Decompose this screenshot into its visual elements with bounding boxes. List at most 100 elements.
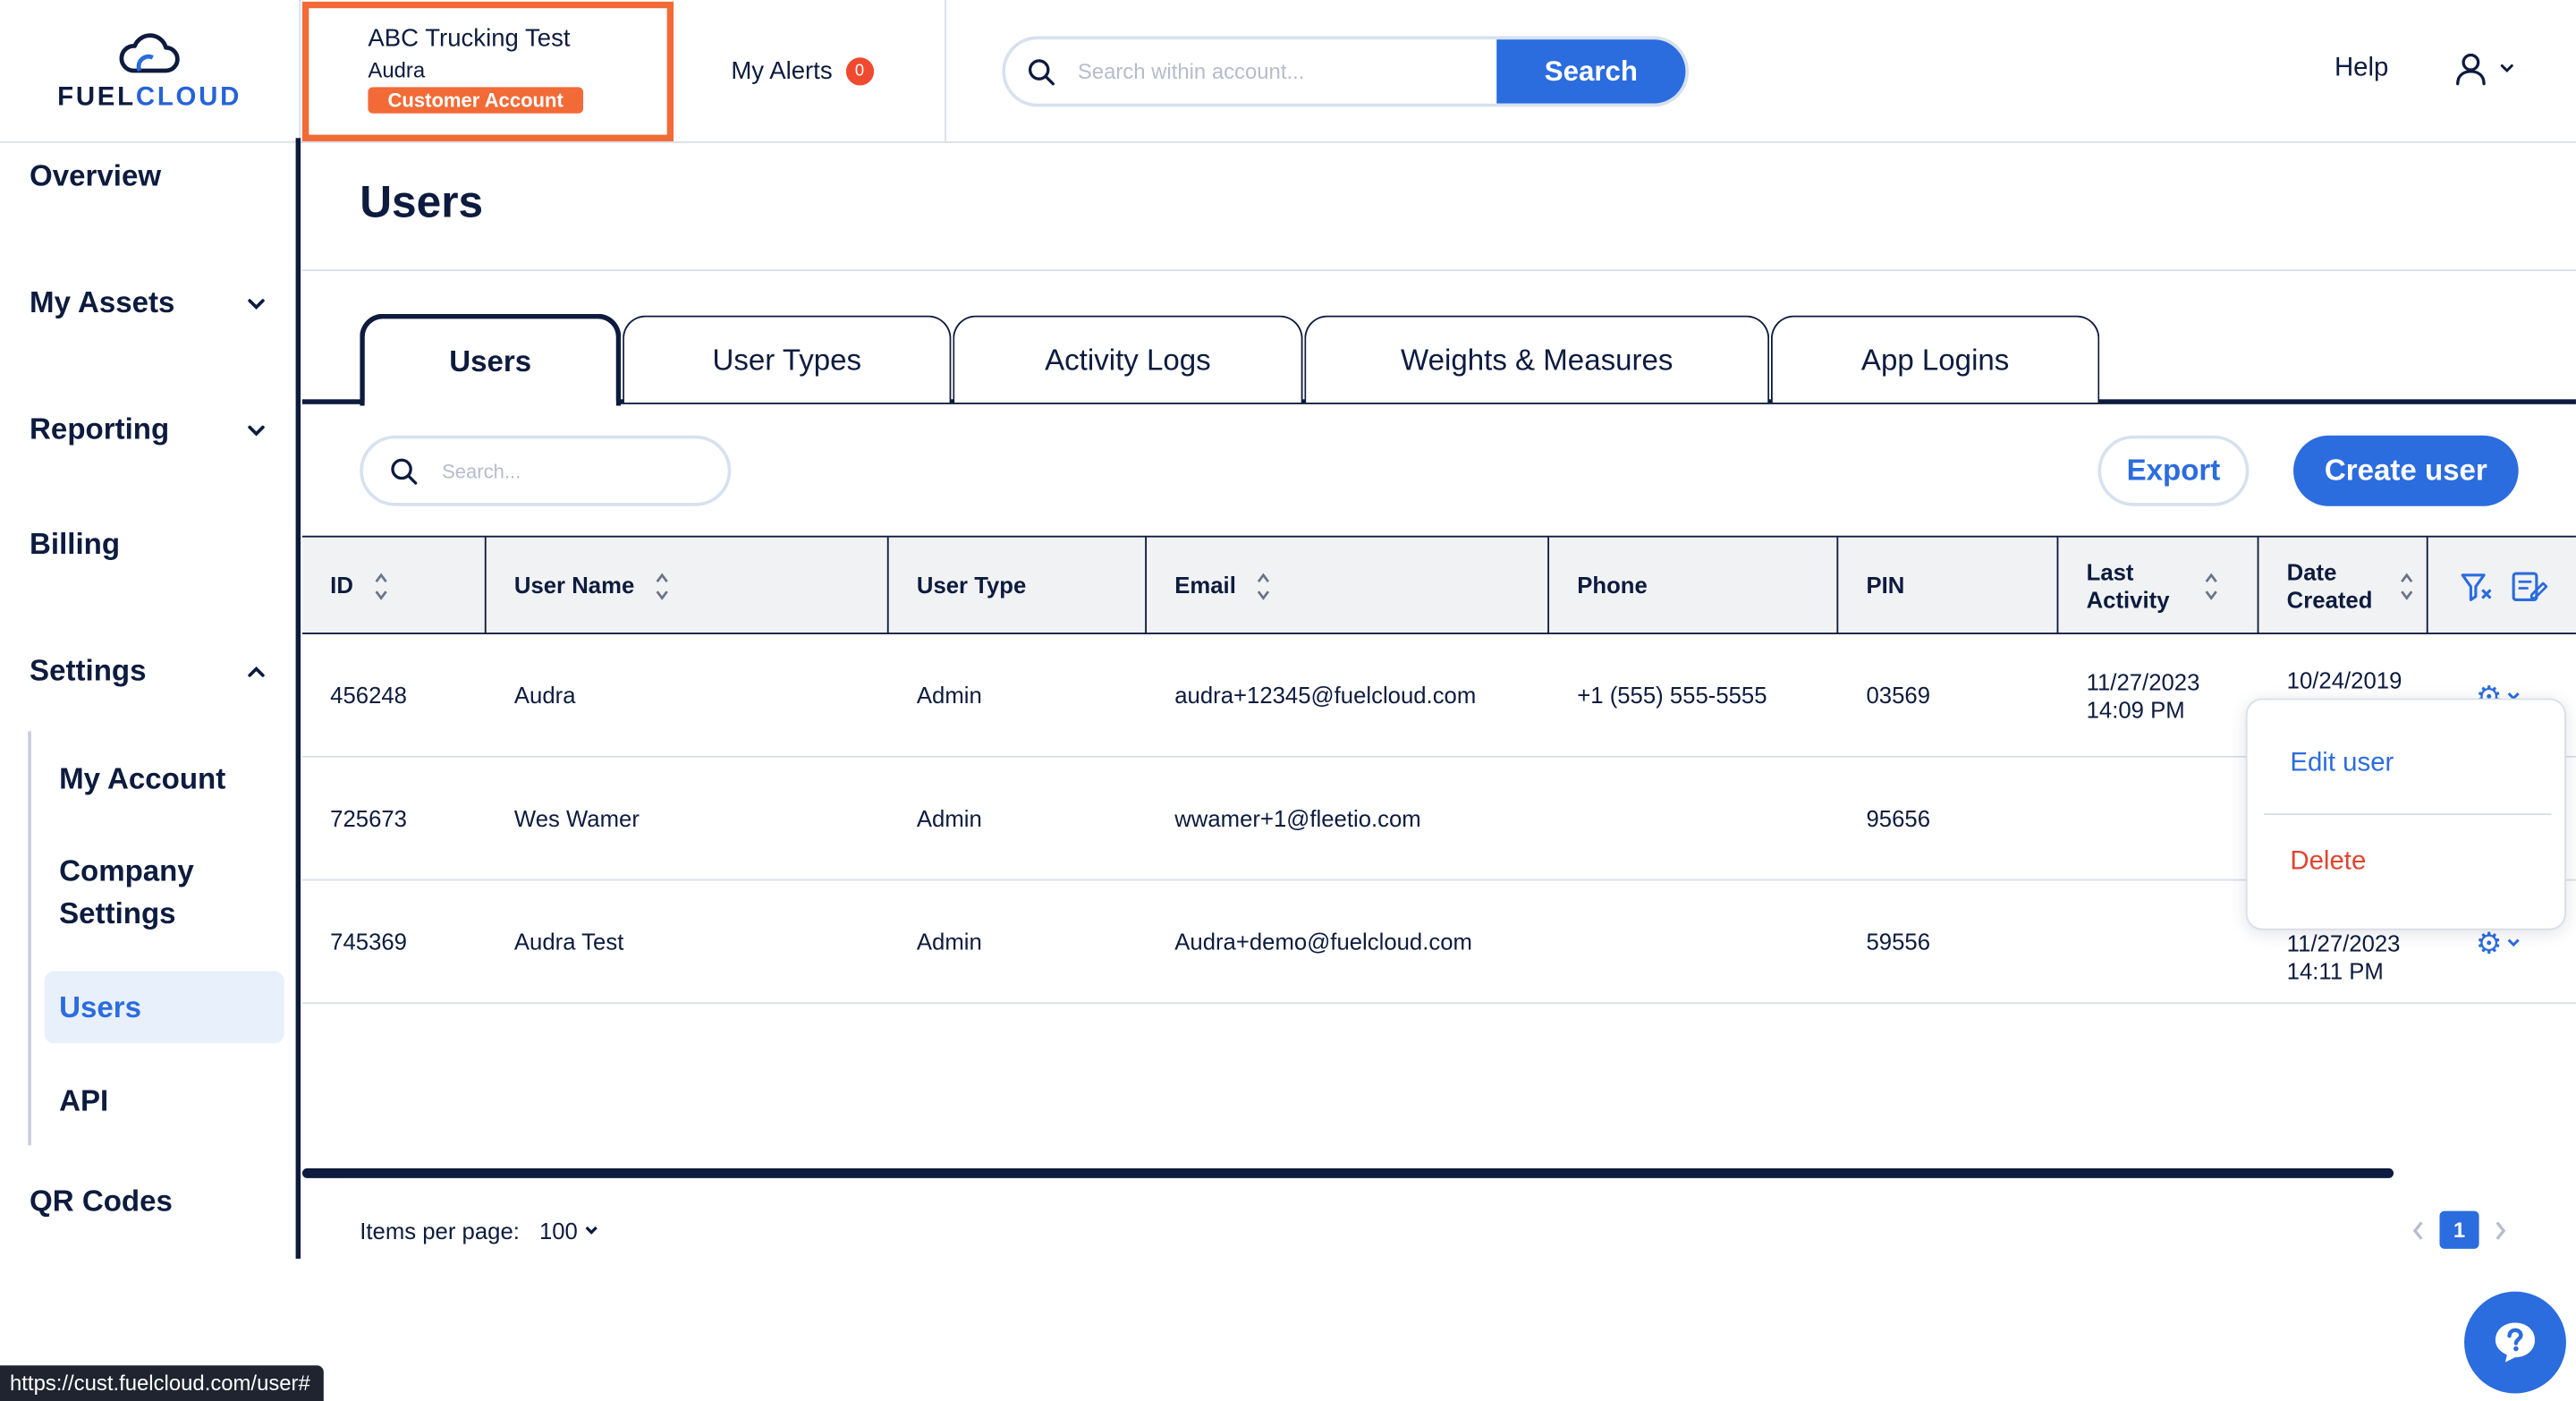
sort-icon — [1256, 571, 1272, 600]
column-header-pin[interactable]: PIN — [1838, 537, 2059, 634]
items-per-page-value: 100 — [538, 1217, 578, 1244]
sidebar-item-label: QR Codes — [30, 1184, 173, 1218]
sort-icon — [2202, 571, 2218, 600]
edit-user-menu-item[interactable]: Edit user — [2290, 750, 2394, 779]
sidebar-subitem-users[interactable]: Users — [44, 971, 284, 1044]
page-title: Users — [360, 177, 484, 227]
edit-columns-icon[interactable] — [2510, 568, 2549, 604]
table-search-input[interactable] — [442, 459, 689, 483]
column-header-label: PIN — [1866, 572, 1905, 599]
column-header-label: Date Created — [2286, 557, 2373, 613]
tab-weights-measures[interactable]: Weights & Measures — [1304, 315, 1770, 403]
create-user-button[interactable]: Create user — [2293, 435, 2519, 506]
cell-last-activity: 11/27/2023 14:09 PM — [2086, 667, 2200, 723]
column-header-label: Email — [1174, 572, 1236, 599]
tab-users[interactable]: Users — [360, 313, 622, 408]
cell-id: 745369 — [330, 928, 407, 955]
column-header-date-created[interactable]: Date Created — [2258, 537, 2428, 634]
cell-user-name: Audra Test — [513, 928, 624, 955]
sidebar-divider — [295, 138, 301, 1259]
sidebar-item-overview[interactable]: Overview — [30, 159, 267, 194]
chevron-down-icon — [248, 298, 265, 310]
sidebar-item-label: Settings — [30, 654, 147, 687]
account-switcher[interactable]: ABC Trucking Test Audra Customer Account — [301, 1, 674, 141]
column-header-user-type[interactable]: User Type — [889, 537, 1148, 634]
cell-pin: 59556 — [1866, 928, 1931, 955]
user-menu-button[interactable] — [2453, 51, 2515, 87]
table-tools — [2458, 538, 2550, 634]
sidebar-item-label: Reporting — [30, 412, 170, 446]
user-icon — [2456, 53, 2486, 86]
sidebar-subitem-api[interactable]: API — [59, 1080, 108, 1123]
sidebar-subitem-my-account[interactable]: My Account — [59, 758, 225, 801]
cell-user-type: Admin — [916, 804, 982, 832]
sidebar-item-label: My Assets — [30, 285, 175, 319]
items-per-page: Items per page: 100 — [360, 1218, 598, 1244]
my-alerts-link[interactable]: My Alerts 0 — [675, 0, 946, 143]
chevron-left-icon[interactable] — [2410, 1218, 2426, 1242]
submenu-rail — [28, 731, 31, 1146]
sidebar-item-label: Settings — [59, 896, 176, 930]
account-name: ABC Trucking Test — [368, 24, 571, 53]
cell-user-name: Audra — [513, 682, 576, 709]
sidebar-item-reporting[interactable]: Reporting — [30, 412, 267, 447]
tab-app-logins[interactable]: App Logins — [1770, 315, 2100, 403]
title-divider — [301, 269, 2576, 272]
cell-pin: 03569 — [1866, 682, 1931, 709]
horizontal-scrollbar[interactable] — [301, 1168, 2394, 1178]
column-header-id[interactable]: ID — [302, 537, 487, 634]
cell-phone: +1 (555) 555-5555 — [1577, 682, 1767, 709]
menu-divider — [2263, 813, 2552, 816]
table-row[interactable]: 725673 Wes Wamer Admin wwamer+1@fleetio.… — [301, 758, 2576, 881]
global-search-input[interactable] — [1077, 39, 1497, 104]
sidebar-item-qr-codes[interactable]: QR Codes — [30, 1184, 267, 1219]
chevron-down-icon — [2500, 64, 2513, 73]
cell-email: audra+12345@fuelcloud.com — [1174, 682, 1477, 709]
sidebar-item-label: Overview — [30, 159, 162, 192]
tab-user-types[interactable]: User Types — [623, 315, 952, 403]
export-button[interactable]: Export — [2097, 435, 2250, 506]
column-header-phone[interactable]: Phone — [1549, 537, 1839, 634]
fuelcloud-logo[interactable]: FUELCLOUD — [0, 0, 301, 143]
search-icon — [1005, 39, 1078, 104]
help-link[interactable]: Help — [2334, 55, 2388, 84]
table-header: ID User Name User Type Email Phone PIN L… — [301, 535, 2576, 634]
page-button-current[interactable]: 1 — [2439, 1210, 2479, 1249]
app-root: FUELCLOUD ABC Trucking Test Audra Custom… — [0, 0, 2576, 1401]
column-header-label: ID — [330, 572, 353, 599]
filter-icon[interactable] — [2458, 568, 2494, 604]
alerts-label: My Alerts — [731, 57, 833, 86]
cell-pin: 95656 — [1866, 804, 1931, 832]
help-chat-button[interactable] — [2464, 1291, 2566, 1394]
items-per-page-select[interactable]: 100 — [539, 1218, 599, 1244]
delete-menu-item[interactable]: Delete — [2290, 848, 2366, 878]
sidebar-item-label: Billing — [30, 527, 121, 561]
tab-activity-logs[interactable]: Activity Logs — [953, 315, 1303, 403]
sidebar-item-billing[interactable]: Billing — [30, 528, 267, 563]
global-search-button[interactable]: Search — [1496, 39, 1686, 104]
row-actions-button[interactable]: ⚙ — [2476, 929, 2522, 958]
column-header-email[interactable]: Email — [1147, 537, 1550, 634]
cell-user-name: Wes Wamer — [513, 804, 640, 832]
sidebar-subitem-company-settings[interactable]: Company Settings — [59, 850, 194, 936]
sidebar-item-settings[interactable]: Settings — [30, 654, 267, 689]
column-header-label: User Name — [513, 572, 635, 599]
column-header-last-activity[interactable]: Last Activity — [2058, 537, 2259, 634]
sidebar-item-my-assets[interactable]: My Assets — [30, 286, 267, 321]
chevron-up-icon — [248, 666, 265, 676]
pagination: 1 — [2410, 1210, 2508, 1249]
items-per-page-label: Items per page: — [360, 1217, 520, 1244]
top-bar: FUELCLOUD ABC Trucking Test Audra Custom… — [0, 0, 2576, 143]
cell-id: 725673 — [330, 804, 407, 832]
global-search: Search — [1002, 36, 1690, 107]
sort-icon — [654, 571, 670, 600]
table-row[interactable]: 456248 Audra Admin audra+12345@fuelcloud… — [301, 634, 2576, 758]
column-header-user-name[interactable]: User Name — [487, 537, 889, 634]
alerts-count-badge: 0 — [845, 57, 874, 86]
table-search — [360, 435, 732, 506]
sort-icon — [373, 571, 389, 600]
chevron-right-icon[interactable] — [2492, 1218, 2508, 1242]
table-row[interactable]: 745369 Audra Test Admin Audra+demo@fuelc… — [301, 880, 2576, 1005]
sidebar-item-label: Company — [59, 854, 194, 887]
cell-user-type: Admin — [916, 928, 982, 955]
